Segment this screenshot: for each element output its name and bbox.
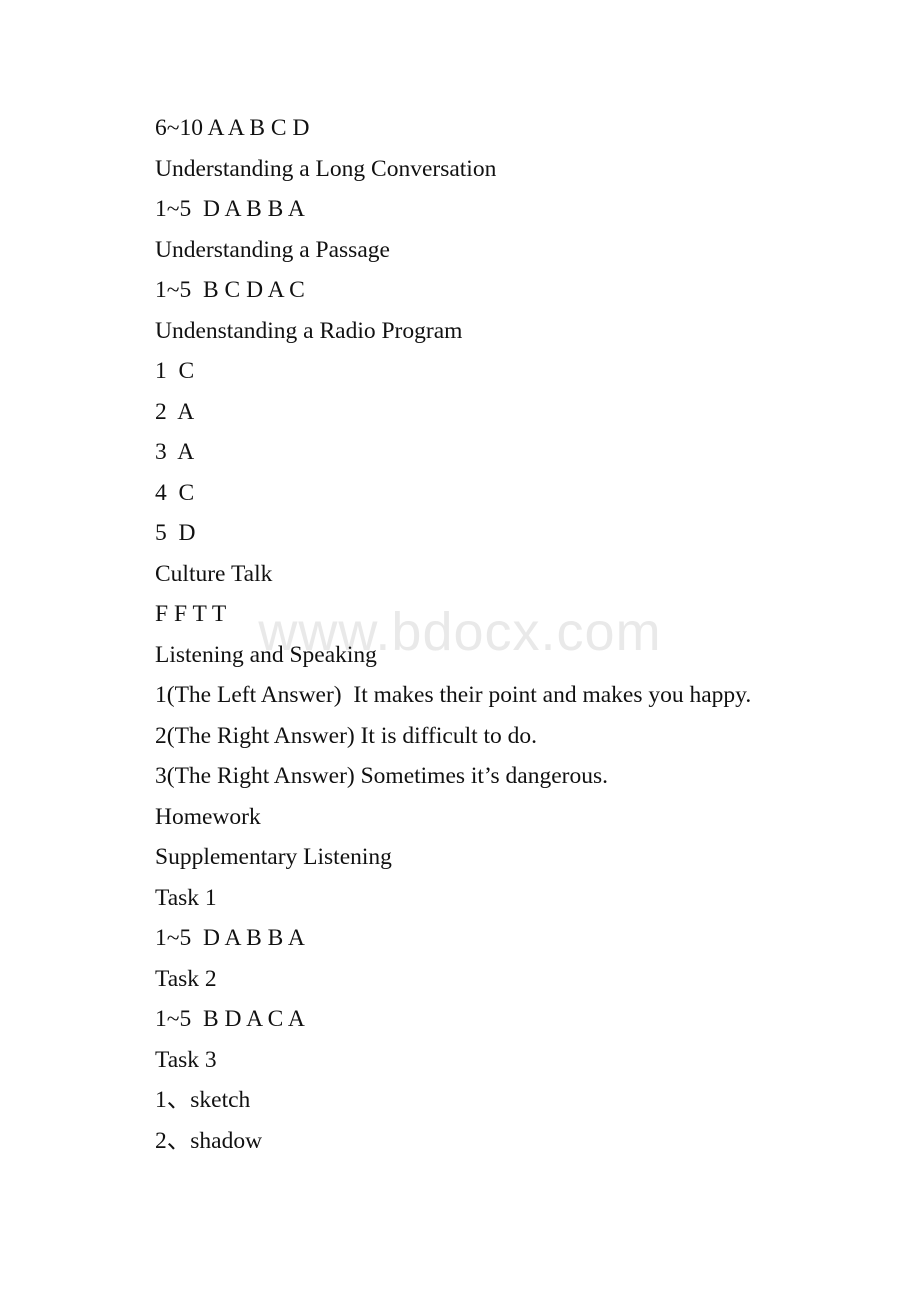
section-heading: Culture Talk (155, 560, 273, 587)
document-text-body: 6~10 A A B C D Understanding a Long Conve… (155, 108, 855, 1161)
answer-line: 1~5 D A B B A (155, 925, 305, 951)
answer-line: 1、sketch (155, 1087, 251, 1113)
answer-line: 3 A (155, 439, 195, 465)
section-heading: Supplementary Listening (155, 844, 392, 870)
answer-line: 2(The Right Answer) It is difficult to d… (155, 722, 538, 749)
answer-line: 1 C (155, 358, 195, 384)
answer-line: 1(The Left Answer) It makes their point … (155, 682, 752, 708)
section-heading: Understanding a Passage (155, 236, 390, 263)
answer-line: 3(The Right Answer) Sometimes it’s dange… (155, 763, 608, 789)
section-heading: Homework (155, 803, 261, 830)
section-heading: Undenstanding a Radio Program (155, 317, 463, 344)
document-page: www.bdocx.com 6~10 A A B C D Understandin… (0, 0, 920, 1302)
answer-line: 4 C (155, 479, 195, 506)
section-heading: Task 2 (155, 965, 217, 992)
answer-line: 1~5 D A B B A (155, 196, 305, 222)
answer-line: 2、shadow (155, 1127, 263, 1154)
answer-line: 2 A (155, 398, 195, 425)
answer-line: 1~5 B D A C A (155, 1006, 305, 1032)
answer-line: F F T T (155, 601, 227, 627)
section-heading: Task 3 (155, 1046, 217, 1073)
section-heading: Task 1 (155, 884, 217, 911)
answer-line: 5 D (155, 520, 196, 546)
answer-line: 6~10 A A B C D (155, 115, 310, 141)
section-heading: Listening and Speaking (155, 641, 377, 668)
section-heading: Understanding a Long Conversation (155, 155, 497, 182)
answer-line: 1~5 B C D A C (155, 277, 305, 303)
